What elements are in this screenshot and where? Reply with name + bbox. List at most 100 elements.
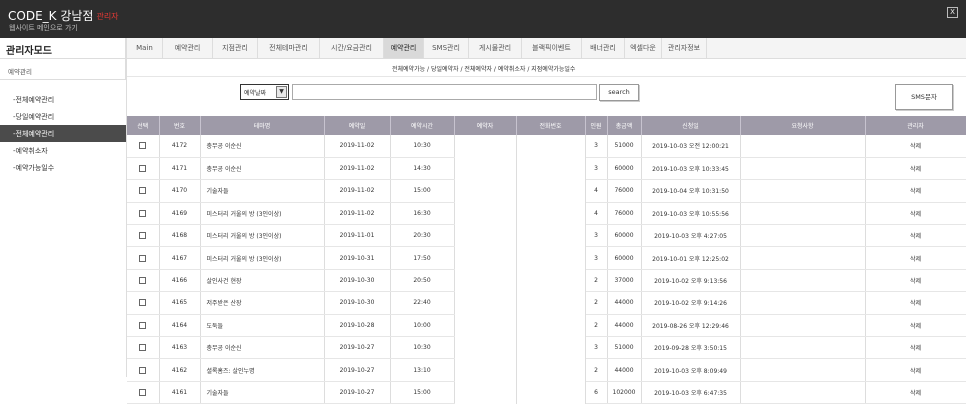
- tab-banners[interactable]: 배너관리: [582, 38, 625, 58]
- delete-link[interactable]: 삭제: [865, 179, 966, 203]
- tab-reservation-1[interactable]: 예약관리: [163, 38, 213, 58]
- cell-theme: 미스터리 거울의 방 (3인이상): [200, 202, 325, 226]
- delete-link[interactable]: 삭제: [865, 291, 966, 315]
- cell-time: 10:30: [390, 135, 455, 158]
- col-header-admin: 관리자: [865, 116, 966, 135]
- search-button[interactable]: search: [599, 84, 639, 101]
- col-header-phone: 전화번호: [516, 116, 586, 135]
- cell-applied: 2019-10-02 오후 9:14:26: [641, 291, 741, 315]
- sidebar-section-label: 예약관리: [0, 59, 126, 80]
- tab-branch[interactable]: 지점관리: [213, 38, 258, 58]
- cell-applied: 2019-10-02 오후 9:13:56: [641, 269, 741, 293]
- table-row: 4163 충무공 이순신 2019-10-27 10:30 3 51000 2019-09-…: [127, 336, 966, 360]
- row-checkbox[interactable]: [139, 321, 147, 329]
- row-checkbox[interactable]: [139, 254, 147, 262]
- tab-admin-info[interactable]: 관리자정보: [662, 38, 707, 58]
- row-checkbox[interactable]: [139, 232, 147, 240]
- sms-button[interactable]: SMS문자: [895, 84, 953, 110]
- row-checkbox[interactable]: [139, 344, 147, 352]
- table-row: 4169 미스터리 거울의 방 (3인이상) 2019-11-02 16:30 4 760…: [127, 202, 966, 226]
- cell-booker: [454, 224, 517, 247]
- row-checkbox[interactable]: [139, 299, 147, 307]
- row-checkbox[interactable]: [139, 142, 147, 150]
- tab-posts[interactable]: 게시물관리: [469, 38, 522, 58]
- row-checkbox[interactable]: [139, 388, 147, 396]
- cell-number: 4162: [159, 358, 201, 382]
- cell-select: [127, 336, 160, 360]
- cell-people: 2: [585, 291, 608, 315]
- delete-link[interactable]: 삭제: [865, 381, 966, 404]
- table-row: 4165 저주받은 산장 2019-10-30 22:40 2 44000 2019-10-…: [127, 291, 966, 315]
- delete-link[interactable]: 삭제: [865, 358, 966, 382]
- delete-link[interactable]: 삭제: [865, 269, 966, 293]
- cell-theme: 충무공 이순신: [200, 157, 325, 181]
- cell-requests: [740, 269, 866, 293]
- col-header-amount: 총금액: [607, 116, 642, 135]
- cell-date: 2019-10-27: [324, 381, 391, 404]
- cell-select: [127, 269, 160, 293]
- delete-link[interactable]: 삭제: [865, 224, 966, 248]
- delete-link[interactable]: 삭제: [865, 336, 966, 360]
- cell-number: 4165: [159, 291, 201, 315]
- close-button[interactable]: X: [947, 7, 958, 18]
- tab-sms[interactable]: SMS관리: [424, 38, 469, 58]
- cell-theme: 기술자들: [200, 179, 325, 203]
- cell-amount: 102000: [607, 381, 642, 404]
- table-row: 4164 도둑들 2019-10-28 10:00 2 44000 2019-08-26 오…: [127, 314, 966, 338]
- cell-time: 10:00: [390, 314, 455, 338]
- search-input[interactable]: [292, 84, 597, 100]
- cell-booker: [454, 314, 517, 337]
- tab-events[interactable]: 블랙픽이벤트: [522, 38, 582, 58]
- cell-time: 15:00: [390, 179, 455, 203]
- cell-time: 20:30: [390, 224, 455, 248]
- cell-phone: [516, 135, 586, 158]
- cell-date: 2019-10-28: [324, 314, 391, 338]
- row-checkbox[interactable]: [139, 209, 147, 217]
- delete-link[interactable]: 삭제: [865, 202, 966, 226]
- row-checkbox[interactable]: [139, 366, 147, 374]
- cell-requests: [740, 314, 866, 338]
- back-to-website-link[interactable]: 웹사이트 메인으로 가기: [9, 23, 78, 33]
- cell-applied: 2019-10-03 오후 10:33:45: [641, 157, 741, 181]
- cell-amount: 51000: [607, 336, 642, 360]
- cell-amount: 44000: [607, 358, 642, 382]
- cell-number: 4171: [159, 157, 201, 181]
- cell-time: 22:40: [390, 291, 455, 315]
- sidebar-item-today-reservations[interactable]: -당일예약관리: [0, 108, 126, 125]
- cell-select: [127, 157, 160, 181]
- row-checkbox[interactable]: [139, 277, 147, 285]
- sidebar-item-available-days[interactable]: -예약가능일수: [0, 159, 126, 176]
- delete-link[interactable]: 삭제: [865, 157, 966, 181]
- cell-booker: [454, 358, 517, 382]
- cell-number: 4166: [159, 269, 201, 293]
- sidebar-item-all-reservations[interactable]: -전체예약관리: [0, 91, 126, 108]
- sidebar-title: 관리자모드: [0, 38, 126, 59]
- cell-people: 3: [585, 336, 608, 360]
- tab-time-pricing[interactable]: 시간/요금관리: [320, 38, 384, 58]
- cell-select: [127, 224, 160, 248]
- cell-amount: 37000: [607, 269, 642, 293]
- main-nav: Main 예약관리 지점관리 전체테마관리 시간/요금관리 예약관리 SMS관리…: [127, 38, 966, 59]
- cell-amount: 60000: [607, 157, 642, 181]
- delete-link[interactable]: 삭제: [865, 135, 966, 158]
- row-checkbox[interactable]: [139, 187, 147, 195]
- sidebar-item-cancellations[interactable]: -예약취소자: [0, 142, 126, 159]
- cell-select: [127, 135, 160, 158]
- delete-link[interactable]: 삭제: [865, 246, 966, 270]
- cell-requests: [740, 135, 866, 158]
- search-field-select[interactable]: 예약날짜 ▼: [240, 84, 289, 100]
- row-checkbox[interactable]: [139, 165, 147, 173]
- delete-link[interactable]: 삭제: [865, 314, 966, 338]
- cell-theme: 도둑들: [200, 314, 325, 338]
- cell-theme: 충무공 이순신: [200, 135, 325, 158]
- tab-excel[interactable]: 엑셀다운: [625, 38, 662, 58]
- store-name: CODE_K 강남점: [8, 9, 94, 23]
- tab-themes[interactable]: 전체테마관리: [258, 38, 320, 58]
- cell-requests: [740, 291, 866, 315]
- sidebar-item-all-reservations-active[interactable]: -전체예약관리: [0, 125, 126, 142]
- cell-number: 4161: [159, 381, 201, 404]
- tab-main[interactable]: Main: [127, 38, 163, 58]
- tab-reservation-active[interactable]: 예약관리: [384, 38, 424, 58]
- sidebar: 관리자모드 예약관리 -전체예약관리 -당일예약관리 -전체예약관리 -예약취소…: [0, 38, 126, 377]
- cell-phone: [516, 381, 586, 404]
